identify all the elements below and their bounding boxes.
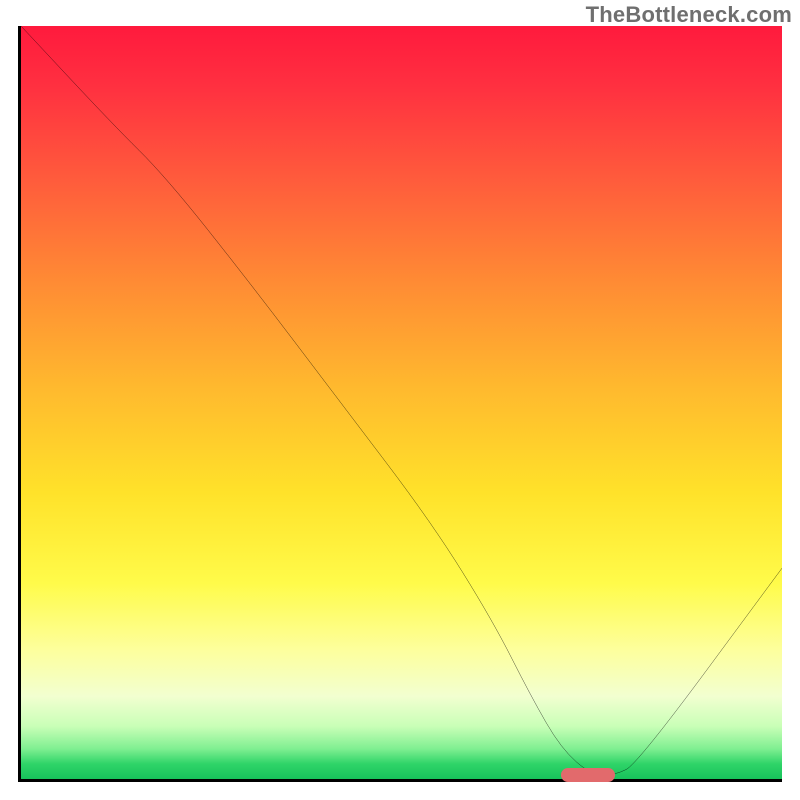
- watermark-text: TheBottleneck.com: [586, 2, 792, 28]
- plot-area: [18, 26, 782, 782]
- chart-wrapper: TheBottleneck.com: [0, 0, 800, 800]
- bottleneck-curve: [21, 26, 782, 779]
- optimal-range-marker: [561, 768, 614, 782]
